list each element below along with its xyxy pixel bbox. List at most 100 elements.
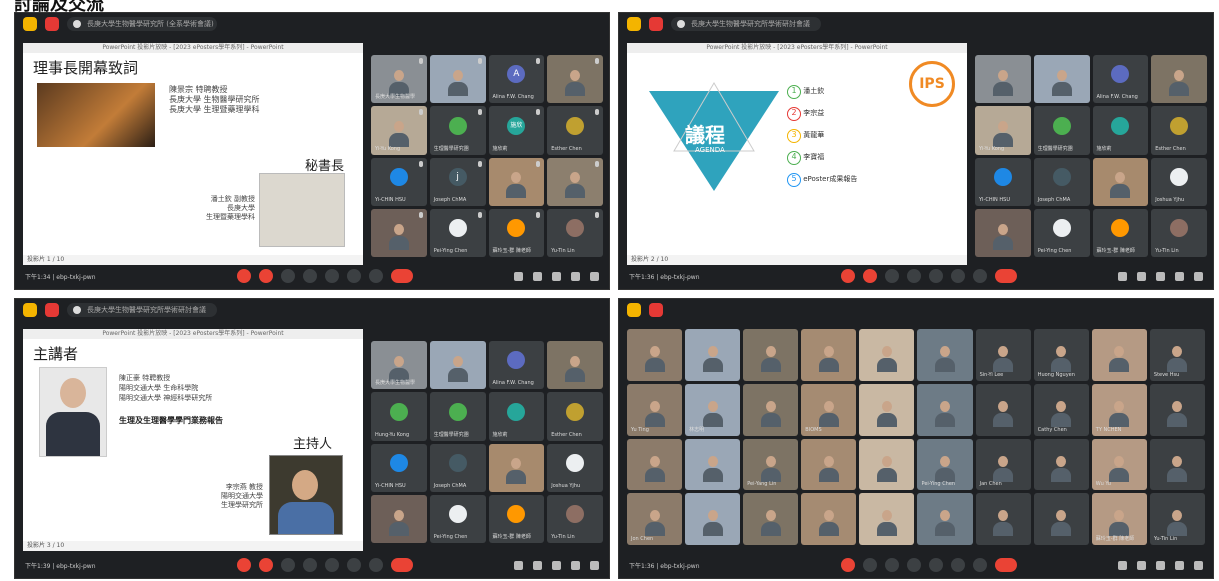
participant-tile[interactable] [685, 493, 741, 545]
participant-tile[interactable]: 施欣莉 [1092, 106, 1149, 155]
participant-tile[interactable] [975, 55, 1031, 104]
host-controls-icon[interactable] [590, 271, 599, 281]
participant-tile[interactable]: Yi-CHIN HSU [371, 443, 427, 492]
participant-tile[interactable] [488, 157, 545, 206]
participant-tile[interactable]: A Alina F.W. Chang [488, 55, 545, 104]
participant-tile[interactable] [627, 329, 683, 381]
record-icon[interactable] [649, 17, 663, 31]
chat-icon[interactable] [552, 271, 561, 281]
people-icon[interactable] [1137, 560, 1146, 570]
participant-tile[interactable]: Sin-Yi Lee [975, 329, 1031, 381]
participant-tile[interactable]: Pei-Ying Chen [917, 438, 973, 491]
leave-call-button[interactable] [995, 269, 1017, 283]
participant-tile[interactable]: Alina F.W. Chang [1092, 55, 1149, 104]
participant-tile[interactable]: 蘇玲玉-群 陳老師 [1092, 208, 1149, 257]
raise-hand-button[interactable] [347, 269, 361, 283]
more-options-button[interactable] [973, 558, 987, 572]
camera-off-button[interactable] [259, 558, 273, 572]
captions-button[interactable] [885, 558, 899, 572]
participant-tile[interactable]: Yi-CHIN HSU [371, 157, 427, 206]
participant-tile[interactable]: 長庚大學生物醫學 [371, 55, 427, 104]
host-controls-icon[interactable] [590, 560, 599, 570]
chat-icon[interactable] [552, 560, 561, 570]
mic-off-button[interactable] [237, 269, 251, 283]
participant-tile[interactable] [859, 493, 915, 545]
participant-tile[interactable]: Jon Chen [627, 493, 683, 545]
activities-icon[interactable] [571, 271, 580, 281]
participant-tile[interactable] [975, 493, 1031, 545]
activity-icon[interactable] [23, 303, 37, 317]
participant-tile[interactable]: 生理醫學研究團 [429, 392, 486, 441]
more-options-button[interactable] [973, 269, 987, 283]
chat-icon[interactable] [1156, 560, 1165, 570]
host-controls-icon[interactable] [1194, 271, 1203, 281]
participant-tile[interactable] [801, 438, 857, 491]
participant-tile[interactable] [371, 208, 427, 257]
participant-tile[interactable]: Cathy Chen [1033, 383, 1089, 436]
participant-tile[interactable] [1091, 329, 1147, 381]
activities-icon[interactable] [1175, 560, 1184, 570]
participant-tile[interactable] [547, 341, 603, 390]
participant-tile[interactable]: 蘇玲玉-群 陳老師 [488, 208, 545, 257]
activity-icon[interactable] [627, 303, 641, 317]
participant-tile[interactable] [975, 383, 1031, 436]
captions-button[interactable] [885, 269, 899, 283]
participant-tile[interactable] [1033, 438, 1089, 491]
info-icon[interactable] [514, 271, 523, 281]
participant-tile[interactable]: TY NCHEN [1091, 383, 1147, 436]
activity-icon[interactable] [23, 17, 37, 31]
participant-tile[interactable] [685, 329, 741, 381]
participant-tile[interactable]: 生理醫學研究團 [1033, 106, 1090, 155]
participant-tile[interactable]: Huong Nguyen [1033, 329, 1089, 381]
participant-tile[interactable]: Pei-Ying Chen [1033, 208, 1090, 257]
participant-tile[interactable]: Esther Chen [547, 392, 603, 441]
record-icon[interactable] [649, 303, 663, 317]
participant-tile[interactable]: BIOMS [801, 383, 857, 436]
participant-tile[interactable]: Wu Yu [1091, 438, 1147, 491]
more-options-button[interactable] [369, 269, 383, 283]
participant-tile[interactable] [801, 493, 857, 545]
participant-tile[interactable]: Esther Chen [547, 106, 603, 155]
participant-tile[interactable] [371, 494, 427, 543]
people-icon[interactable] [533, 271, 542, 281]
participant-tile[interactable]: Joseph ChMA [1033, 157, 1090, 206]
participant-tile[interactable] [743, 383, 799, 436]
participant-tile[interactable] [859, 329, 915, 381]
participant-tile[interactable] [685, 438, 741, 491]
participant-tile[interactable]: Hung-Yu Kong [371, 392, 427, 441]
participant-tile[interactable]: Steve Hsu [1149, 329, 1205, 381]
info-icon[interactable] [1118, 560, 1127, 570]
present-button[interactable] [325, 558, 339, 572]
chat-icon[interactable] [1156, 271, 1165, 281]
participant-tile[interactable]: Jan Chen [975, 438, 1031, 491]
record-icon[interactable] [45, 17, 59, 31]
participant-tile[interactable]: j Joseph ChMA [429, 157, 486, 206]
participant-tile[interactable]: Yu-Tin Lin [1149, 493, 1205, 545]
participant-tile[interactable] [488, 443, 545, 492]
participant-tile[interactable]: 施欣 施欣莉 [488, 106, 545, 155]
captions-button[interactable] [281, 269, 295, 283]
participant-tile[interactable] [917, 493, 973, 545]
participant-tile[interactable]: Yu-Tin Lin [1151, 208, 1207, 257]
participant-tile[interactable] [1149, 383, 1205, 436]
participant-tile[interactable] [1033, 493, 1089, 545]
participant-tile[interactable]: Yu Ting [627, 383, 683, 436]
leave-call-button[interactable] [995, 558, 1017, 572]
participant-tile[interactable] [1092, 157, 1149, 206]
emoji-button[interactable] [303, 558, 317, 572]
participant-tile[interactable] [975, 208, 1031, 257]
participant-tile[interactable] [1149, 438, 1205, 491]
raise-hand-button[interactable] [347, 558, 361, 572]
captions-button[interactable] [281, 558, 295, 572]
participant-tile[interactable] [547, 157, 603, 206]
emoji-button[interactable] [907, 269, 921, 283]
activities-icon[interactable] [1175, 271, 1184, 281]
participant-tile[interactable]: Yu-Tin Lin [547, 494, 603, 543]
activity-icon[interactable] [627, 17, 641, 31]
participant-tile[interactable]: YI-CHIN HSU [975, 157, 1031, 206]
participant-tile[interactable]: Yu-Tin Lin [547, 208, 603, 257]
participant-tile[interactable] [1151, 55, 1207, 104]
participant-tile[interactable]: Alina F.W. Chang [488, 341, 545, 390]
participant-tile[interactable]: 施欣莉 [488, 392, 545, 441]
participant-tile[interactable] [743, 493, 799, 545]
